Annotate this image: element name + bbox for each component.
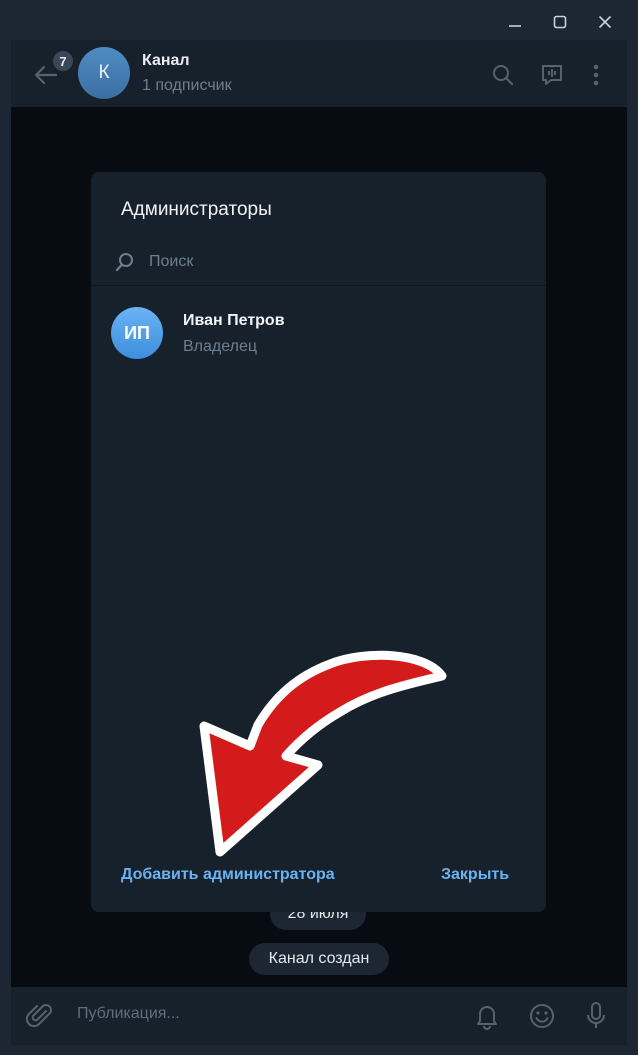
add-administrator-button[interactable]: Добавить администратора: [121, 866, 335, 884]
microphone-icon[interactable]: [579, 999, 613, 1033]
admin-role: Владелец: [183, 338, 258, 355]
emoji-icon[interactable]: [525, 999, 559, 1033]
channel-title[interactable]: Канал: [142, 52, 190, 70]
minimize-icon[interactable]: [500, 8, 530, 36]
close-dialog-button[interactable]: Закрыть: [441, 866, 509, 884]
notification-bell-icon[interactable]: [470, 999, 504, 1033]
message-composer: Публикация...: [11, 987, 627, 1045]
more-menu-icon[interactable]: [581, 60, 611, 90]
maximize-icon[interactable]: [545, 8, 575, 36]
live-stream-icon[interactable]: [537, 60, 567, 90]
post-input[interactable]: Публикация...: [77, 1005, 180, 1023]
dialog-title: Администраторы: [121, 199, 272, 220]
annotation-arrow: [199, 650, 447, 857]
window-titlebar: [0, 0, 638, 40]
search-icon: [113, 250, 137, 274]
search-input[interactable]: [149, 246, 509, 278]
search-icon[interactable]: [488, 60, 518, 90]
service-message: Канал создан: [249, 943, 389, 975]
channel-avatar[interactable]: К: [78, 47, 130, 99]
search-bar: [91, 242, 546, 286]
subscriber-count: 1 подписчик: [142, 77, 232, 94]
unread-badge: 7: [51, 49, 75, 73]
close-icon[interactable]: [590, 8, 620, 36]
attach-icon[interactable]: [23, 999, 57, 1033]
admin-list-item[interactable]: ИП Иван Петров Владелец: [91, 296, 546, 368]
avatar: ИП: [111, 307, 163, 359]
admin-name: Иван Петров: [183, 312, 285, 329]
chat-header: 7 К Канал 1 подписчик: [11, 40, 627, 107]
